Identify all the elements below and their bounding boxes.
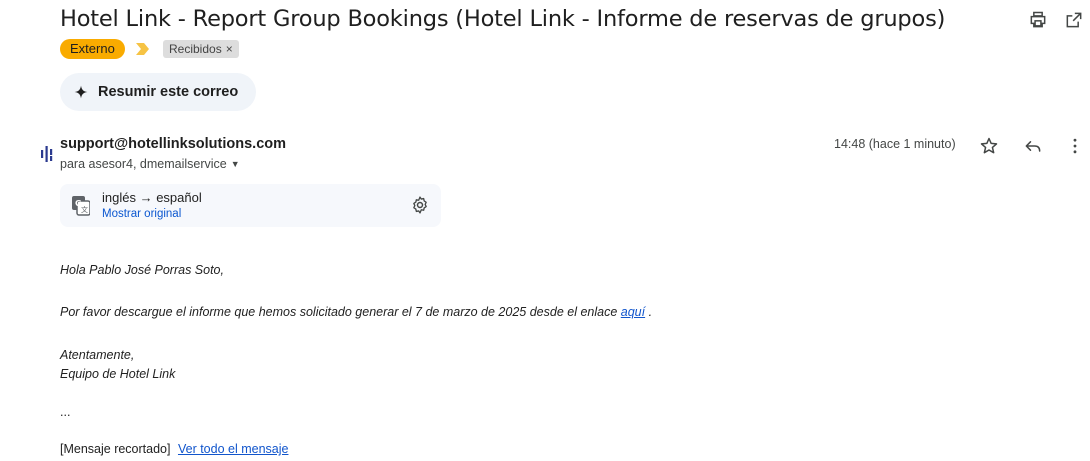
- translation-bar: G 文 inglés → español Mostrar original: [60, 184, 441, 227]
- open-in-new-window-icon[interactable]: [1064, 10, 1084, 30]
- translation-languages: inglés → español: [102, 190, 202, 205]
- translate-icon: G 文: [72, 196, 90, 216]
- star-icon[interactable]: [979, 136, 999, 156]
- caret-down-icon: ▼: [230, 159, 240, 169]
- email-greeting: Hola Pablo José Porras Soto,: [60, 263, 224, 277]
- print-icon[interactable]: [1028, 10, 1048, 30]
- body-line-text: Por favor descargue el informe que hemos…: [60, 305, 618, 319]
- settings-gear-icon[interactable]: [410, 195, 430, 215]
- summarize-email-button[interactable]: Resumir este correo: [60, 73, 257, 111]
- sender-logo-icon: [41, 146, 53, 162]
- sender-address[interactable]: support@hotellinksolutions.com: [60, 136, 286, 152]
- external-label: Externo: [60, 39, 125, 59]
- recipients-text: para asesor4, dmemailservice: [60, 157, 227, 171]
- view-entire-message-link[interactable]: Ver todo el mensaje: [178, 442, 289, 456]
- svg-text:文: 文: [81, 205, 88, 214]
- email-timestamp: 14:48 (hace 1 minuto): [834, 137, 956, 151]
- email-ellipsis: ...: [60, 405, 71, 419]
- email-subject: Hotel Link - Report Group Bookings (Hote…: [60, 6, 946, 32]
- email-body-line: Por favor descargue el informe que hemos…: [60, 305, 652, 319]
- clipped-message: [Mensaje recortado] Ver todo el mensaje: [60, 442, 288, 456]
- email-signoff: Atentamente,: [60, 348, 135, 362]
- recipients-toggle[interactable]: para asesor4, dmemailservice ▼: [60, 157, 240, 171]
- inbox-label-text: Recibidos: [169, 42, 222, 56]
- body-line-end: .: [648, 305, 653, 319]
- sparkle-icon: [74, 85, 88, 99]
- summarize-label: Resumir este correo: [98, 84, 239, 100]
- more-vertical-icon[interactable]: [1065, 136, 1085, 156]
- show-original-link[interactable]: Mostrar original: [102, 208, 181, 220]
- clipped-message-text: [Mensaje recortado]: [60, 442, 171, 456]
- email-team: Equipo de Hotel Link: [60, 367, 176, 381]
- reply-icon[interactable]: [1023, 136, 1043, 156]
- remove-label-icon[interactable]: ×: [226, 42, 233, 56]
- download-report-link[interactable]: aquí: [621, 305, 645, 319]
- inbox-label[interactable]: Recibidos ×: [163, 40, 239, 58]
- important-marker-icon[interactable]: [135, 42, 151, 56]
